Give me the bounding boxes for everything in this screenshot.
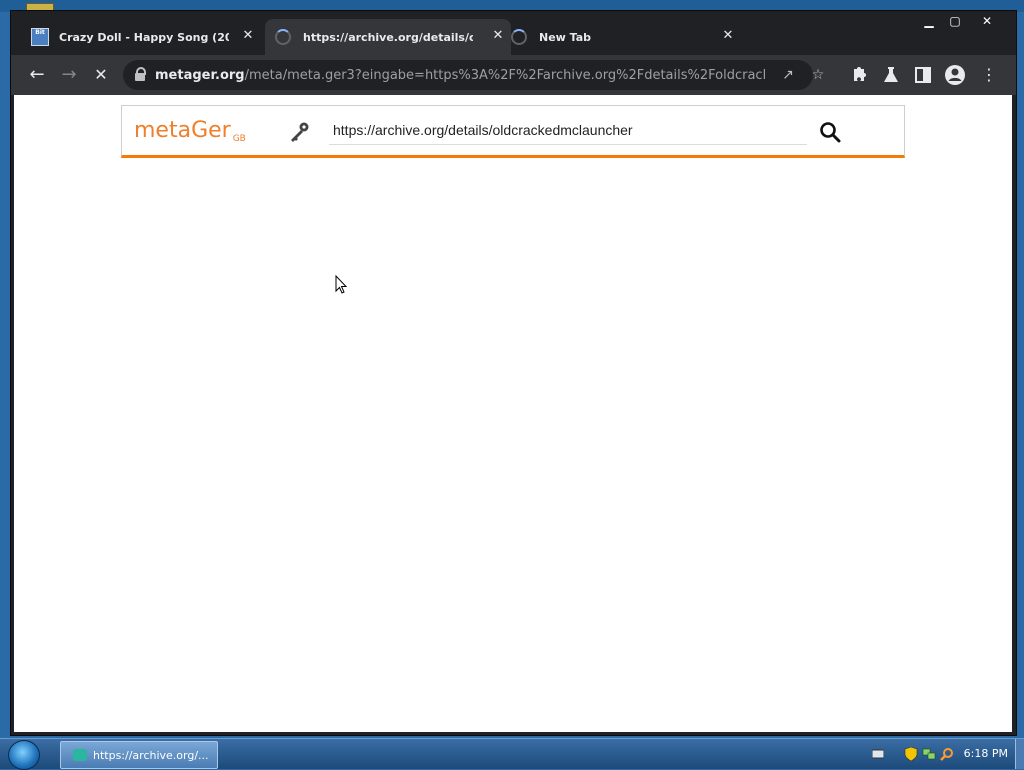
close-window-button[interactable]: ✕ (975, 13, 999, 29)
security-shield-icon[interactable] (904, 747, 918, 761)
page-content: metaGer GB (14, 95, 1012, 732)
tab-title: https://archive.org/details/oldcra (303, 30, 473, 44)
share-icon[interactable]: ↗ (778, 65, 798, 85)
back-arrow-icon[interactable]: ← (25, 63, 49, 87)
profile-avatar-icon[interactable] (943, 63, 967, 87)
tab-strip: Bit Crazy Doll - Happy Song (2002 MV ✕ h… (11, 11, 1016, 55)
search-icon[interactable] (818, 120, 842, 144)
windows-taskbar: https://archive.org/... 6:18 PM (0, 738, 1024, 770)
labs-flask-icon[interactable] (879, 63, 903, 87)
url-host: metager.org (155, 67, 245, 83)
metager-search-header: metaGer GB (121, 105, 905, 158)
search-input[interactable] (329, 116, 807, 145)
taskbar-clock[interactable]: 6:18 PM (964, 747, 1008, 760)
loading-spinner-icon (275, 29, 291, 45)
logo-text: metaGer (134, 118, 231, 143)
key-icon[interactable] (287, 120, 311, 144)
stop-loading-icon[interactable]: ✕ (89, 63, 113, 87)
taskbar-browser-item[interactable]: https://archive.org/... (60, 741, 218, 769)
tab-title: Crazy Doll - Happy Song (2002 MV (59, 30, 229, 44)
bookmark-star-icon[interactable]: ☆ (808, 65, 828, 85)
browser-toolbar: ← → ✕ metager.org/meta/meta.ger3?eingabe… (11, 55, 1016, 95)
network-icon[interactable] (922, 747, 936, 761)
extensions-puzzle-icon[interactable] (847, 63, 871, 87)
tab-crazy-doll[interactable]: Bit Crazy Doll - Happy Song (2002 MV ✕ (31, 19, 261, 55)
forward-arrow-icon[interactable]: → (57, 63, 81, 87)
metager-logo[interactable]: metaGer GB (134, 118, 246, 144)
browser-window: Bit Crazy Doll - Happy Song (2002 MV ✕ h… (10, 10, 1017, 736)
bit-favicon-icon: Bit (31, 28, 49, 46)
tab-archive[interactable]: https://archive.org/details/oldcra ✕ (265, 19, 511, 55)
maximize-button[interactable]: ▢ (943, 13, 967, 29)
mouse-cursor-icon (335, 275, 348, 294)
show-desktop-button[interactable] (1015, 739, 1024, 769)
browser-app-icon (73, 749, 87, 761)
minimize-button[interactable]: ▁ (917, 13, 941, 29)
lock-icon[interactable] (135, 67, 146, 81)
loading-spinner-icon (511, 29, 527, 45)
system-tray: 6:18 PM (864, 739, 1024, 769)
start-button[interactable] (8, 740, 40, 770)
url-text[interactable]: metager.org/meta/meta.ger3?eingabe=https… (155, 68, 765, 83)
url-path: /meta/meta.ger3?eingabe=https%3A%2F%2Far… (244, 67, 765, 83)
logo-suffix: GB (232, 134, 246, 144)
taskbar-item-label: https://archive.org/... (93, 748, 209, 762)
tray-search-icon[interactable] (940, 747, 954, 761)
close-tab-icon[interactable]: ✕ (491, 29, 505, 43)
side-panel-icon[interactable] (911, 63, 935, 87)
close-tab-icon[interactable]: ✕ (721, 29, 735, 43)
close-tab-icon[interactable]: ✕ (241, 29, 255, 43)
tab-new-tab[interactable]: New Tab ✕ (511, 19, 741, 55)
menu-kebab-icon[interactable]: ⋮ (977, 63, 1001, 87)
keyboard-icon[interactable] (872, 749, 884, 759)
address-bar[interactable]: metager.org/meta/meta.ger3?eingabe=https… (123, 60, 824, 90)
tab-title: New Tab (539, 30, 592, 44)
